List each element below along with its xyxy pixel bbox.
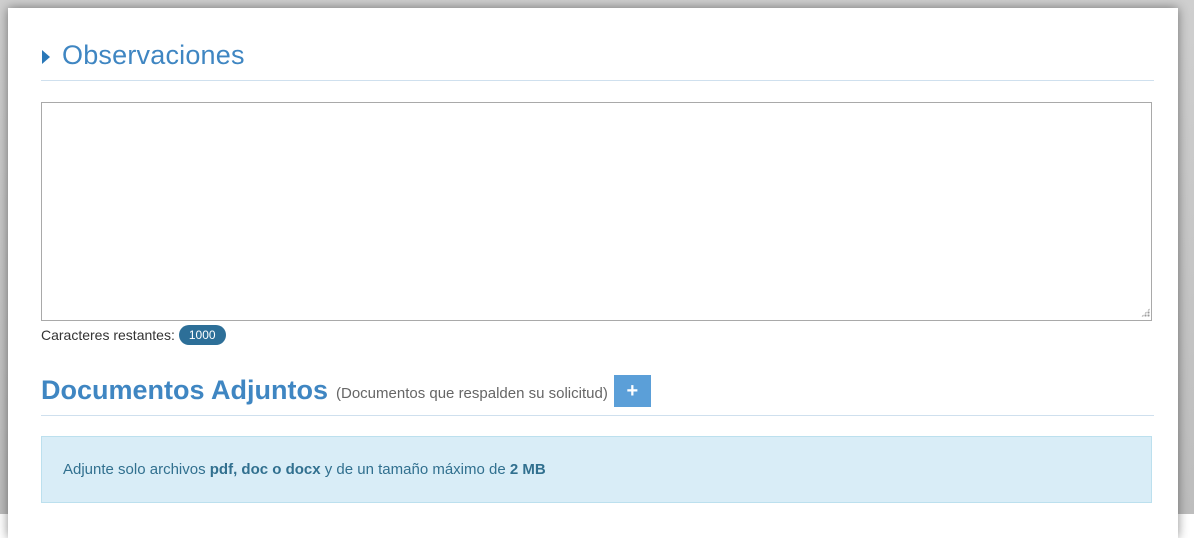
info-prefix: Adjunte solo archivos [63,461,210,478]
info-formats: pdf, doc o docx [209,461,321,478]
observaciones-header: Observaciones [42,40,245,71]
section-divider [41,80,1154,81]
counter-badge: 1000 [178,325,226,345]
documentos-header: Documentos Adjuntos (Documentos que resp… [41,373,651,407]
observaciones-textarea[interactable] [41,102,1152,321]
section-divider [41,415,1154,416]
info-middle: y de un tamaño máximo de [320,461,510,478]
info-max-size: 2 MB [509,461,546,478]
add-document-button[interactable]: + [613,375,651,407]
file-info-alert: Adjunte solo archivos pdf, doc o docx y … [41,436,1152,503]
documentos-title: Documentos Adjuntos [41,374,328,405]
observaciones-title: Observaciones [62,40,245,70]
caret-right-icon [42,49,50,64]
documentos-subtitle: (Documentos que respalden su solicitud) [336,384,608,402]
counter-label: Caracteres restantes: [41,327,175,343]
character-counter: Caracteres restantes: 1000 [41,325,226,345]
